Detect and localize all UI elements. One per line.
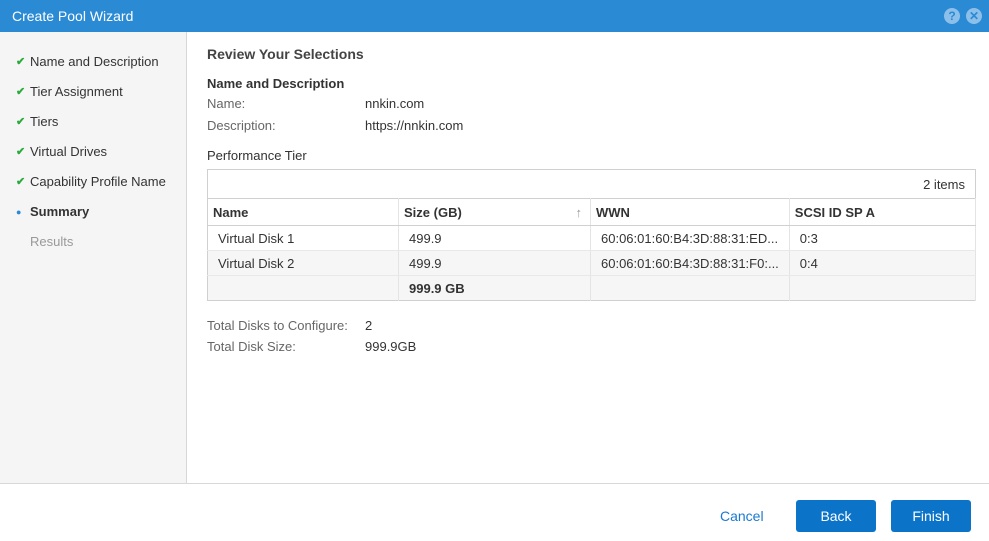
header-label: Size (GB): [404, 204, 462, 220]
check-icon: ✔: [16, 86, 26, 98]
cell-size: 499.9: [398, 225, 591, 251]
total-size: 999.9 GB: [398, 275, 591, 301]
cancel-button[interactable]: Cancel: [720, 508, 764, 524]
step-label: Tiers: [30, 114, 59, 129]
total-row: 999.9 GB: [207, 275, 977, 301]
step-label: Virtual Drives: [30, 144, 108, 159]
help-icon[interactable]: ?: [944, 8, 960, 24]
column-header-wwn[interactable]: WWN: [590, 198, 790, 226]
check-icon: ✔: [16, 146, 26, 158]
step-label: Capability Profile Name: [30, 174, 166, 189]
cell-name: Virtual Disk 2: [207, 250, 399, 276]
cell-wwn: 60:06:01:60:B4:3D:88:31:ED...: [590, 225, 790, 251]
column-header-scsi[interactable]: SCSI ID SP A: [789, 198, 977, 226]
bullet-icon: ●: [16, 206, 22, 217]
total-disks-value: 2: [365, 318, 373, 333]
table-row[interactable]: Virtual Disk 2 499.9 60:06:01:60:B4:3D:88:…: [207, 250, 977, 276]
step-label: Results: [30, 234, 74, 249]
tier-label: Performance Tier: [207, 148, 307, 163]
step-label: Summary: [30, 204, 90, 219]
description-label: Description:: [207, 118, 276, 133]
step-name-description[interactable]: ✔ Name and Description: [16, 54, 159, 69]
back-button[interactable]: Back: [796, 500, 876, 532]
step-capability-profile[interactable]: ✔ Capability Profile Name: [16, 174, 166, 189]
step-virtual-drives[interactable]: ✔ Virtual Drives: [16, 144, 107, 159]
description-value: https://nnkin.com: [365, 118, 464, 133]
table-row[interactable]: Virtual Disk 1 499.9 60:06:01:60:B4:3D:88:…: [207, 225, 977, 251]
wizard-steps: ✔ Name and Description ✔ Tier Assignment ✔…: [0, 32, 187, 483]
total-disks-label: Total Disks to Configure:: [207, 318, 348, 333]
close-icon[interactable]: ✕: [966, 8, 982, 24]
step-summary[interactable]: ● Summary: [16, 204, 89, 219]
column-header-name[interactable]: Name: [207, 198, 399, 226]
cell-scsi: 0:3: [789, 225, 977, 251]
title-bar: Create Pool Wizard ? ✕: [0, 0, 989, 32]
name-value: nnkin.com: [365, 96, 425, 111]
step-tier-assignment[interactable]: ✔ Tier Assignment: [16, 84, 123, 99]
step-tiers[interactable]: ✔ Tiers: [16, 114, 58, 129]
cell-size: 499.9: [398, 250, 591, 276]
total-size-label: Total Disk Size:: [207, 339, 296, 354]
step-results: Results: [16, 234, 73, 249]
cell-name: Virtual Disk 1: [207, 225, 399, 251]
column-header-size[interactable]: Size (GB) ↑: [398, 198, 591, 226]
sort-ascending-icon: ↑: [575, 204, 583, 220]
review-heading: Review Your Selections: [207, 46, 364, 62]
item-count: 2 items: [923, 176, 965, 192]
cell-wwn: 60:06:01:60:B4:3D:88:31:F0:...: [590, 250, 790, 276]
finish-button[interactable]: Finish: [891, 500, 971, 532]
total-size-value: 999.9GB: [365, 339, 417, 354]
check-icon: ✔: [16, 56, 26, 68]
footer: Cancel Back Finish: [0, 483, 989, 541]
check-icon: ✔: [16, 116, 26, 128]
name-label: Name:: [207, 96, 246, 111]
step-label: Tier Assignment: [30, 84, 123, 99]
dialog-title: Create Pool Wizard: [12, 8, 134, 24]
check-icon: ✔: [16, 176, 26, 188]
cell-scsi: 0:4: [789, 250, 977, 276]
section-heading: Name and Description: [207, 76, 345, 91]
step-label: Name and Description: [30, 54, 159, 69]
disks-table: 2 items Name Size (GB) ↑ WWN SCSI ID SP A…: [207, 169, 977, 301]
